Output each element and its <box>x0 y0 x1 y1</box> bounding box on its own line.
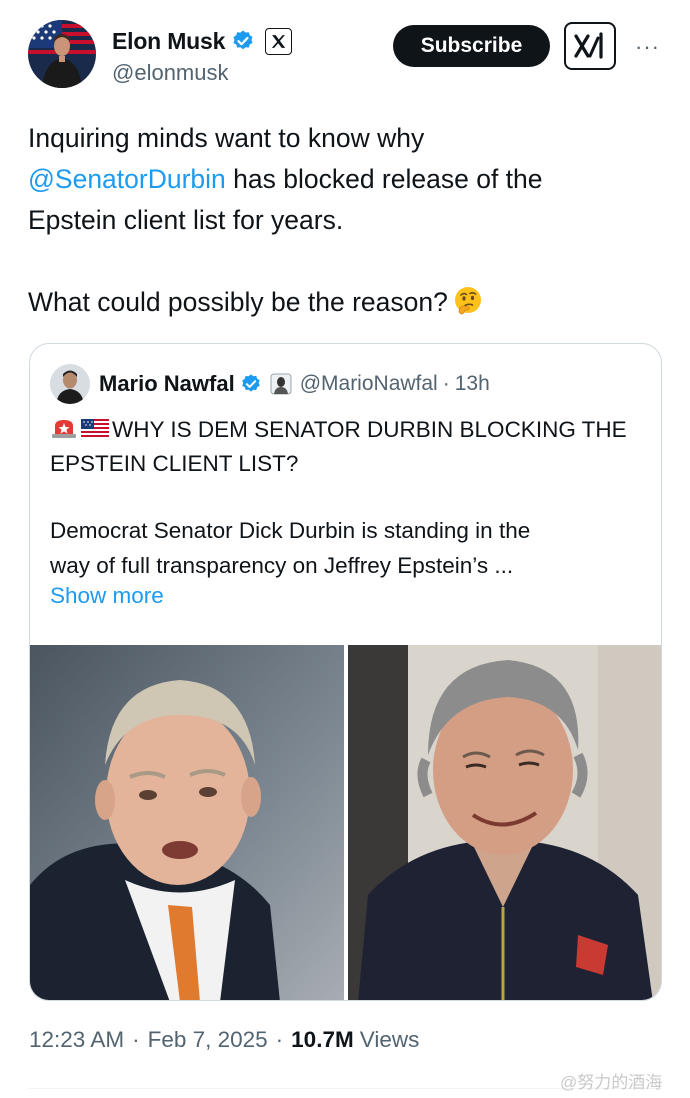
tweet-footer: 12:23 AM · Feb 7, 2025 · 10.7M Views <box>29 1027 419 1053</box>
author-name-row: Elon Musk <box>112 24 293 58</box>
quote-author-avatar[interactable] <box>50 364 90 404</box>
quote-media-grid <box>30 645 661 1000</box>
tweet-text: Inquiring minds want to know why @Senato… <box>28 118 658 323</box>
watermark: @努力的酒海 <box>560 1073 663 1092</box>
separator-dot: · <box>132 1027 140 1052</box>
subscribe-button[interactable]: Subscribe <box>393 25 550 67</box>
rotating-light-icon <box>52 420 76 438</box>
views-label: Views <box>359 1027 420 1052</box>
quote-timestamp[interactable]: 13h <box>455 372 490 396</box>
separator-dot: · <box>275 1027 284 1052</box>
tweet-header: Elon Musk @elonmusk Subscribe ··· <box>28 20 668 92</box>
media-image-senator[interactable] <box>30 645 344 1000</box>
more-options-button[interactable]: ··· <box>635 34 660 60</box>
tweet-line-4: What could possibly be the reason? <box>28 282 658 323</box>
tweet-line-1: Inquiring minds want to know why <box>28 123 425 153</box>
quote-body-line-2: way of full transparency on Jeffrey Epst… <box>50 553 514 578</box>
media-image-epstein[interactable] <box>348 645 661 1000</box>
x-logo-icon <box>265 27 293 55</box>
grok-button[interactable] <box>564 22 616 70</box>
us-flag-icon <box>81 419 109 437</box>
post-date[interactable]: Feb 7, 2025 <box>148 1027 268 1053</box>
affiliate-badge-icon <box>270 373 292 395</box>
mention-link[interactable]: @SenatorDurbin <box>28 164 226 194</box>
separator-dot: · <box>442 372 450 395</box>
quote-headline: WHY IS DEM SENATOR DURBIN BLOCKING THE E… <box>50 413 650 481</box>
tweet-line-3: Epstein client list for years. <box>28 205 344 235</box>
views-count[interactable]: 10.7M <box>291 1027 354 1053</box>
author-avatar[interactable] <box>28 20 96 88</box>
post-time[interactable]: 12:23 AM <box>29 1027 124 1053</box>
author-handle[interactable]: @elonmusk <box>112 60 229 86</box>
quote-author-handle[interactable]: @MarioNawfal <box>300 372 438 396</box>
tweet-line-2-rest: has blocked release of the <box>225 164 543 194</box>
quote-body-line-1: Democrat Senator Dick Durbin is standing… <box>50 518 531 543</box>
quote-body: Democrat Senator Dick Durbin is standing… <box>50 513 650 583</box>
quote-headline-text: WHY IS DEM SENATOR DURBIN BLOCKING THE E… <box>50 417 627 476</box>
show-more-link[interactable]: Show more <box>50 583 164 609</box>
author-name[interactable]: Elon Musk <box>112 28 225 55</box>
thinking-face-icon <box>454 287 481 315</box>
verified-badge-icon <box>241 374 260 392</box>
tweet-line-4-text: What could possibly be the reason? <box>28 287 448 317</box>
quote-author-name[interactable]: Mario Nawfal <box>99 371 235 397</box>
quoted-tweet-card[interactable]: Mario Nawfal @MarioNawfal · 13h WHY IS D… <box>29 343 662 1001</box>
verified-badge-icon <box>233 30 253 50</box>
tweet-line-2: @SenatorDurbin has blocked release of th… <box>28 159 658 200</box>
quote-header: Mario Nawfal @MarioNawfal · 13h <box>50 364 490 404</box>
xai-logo-icon <box>574 32 603 59</box>
